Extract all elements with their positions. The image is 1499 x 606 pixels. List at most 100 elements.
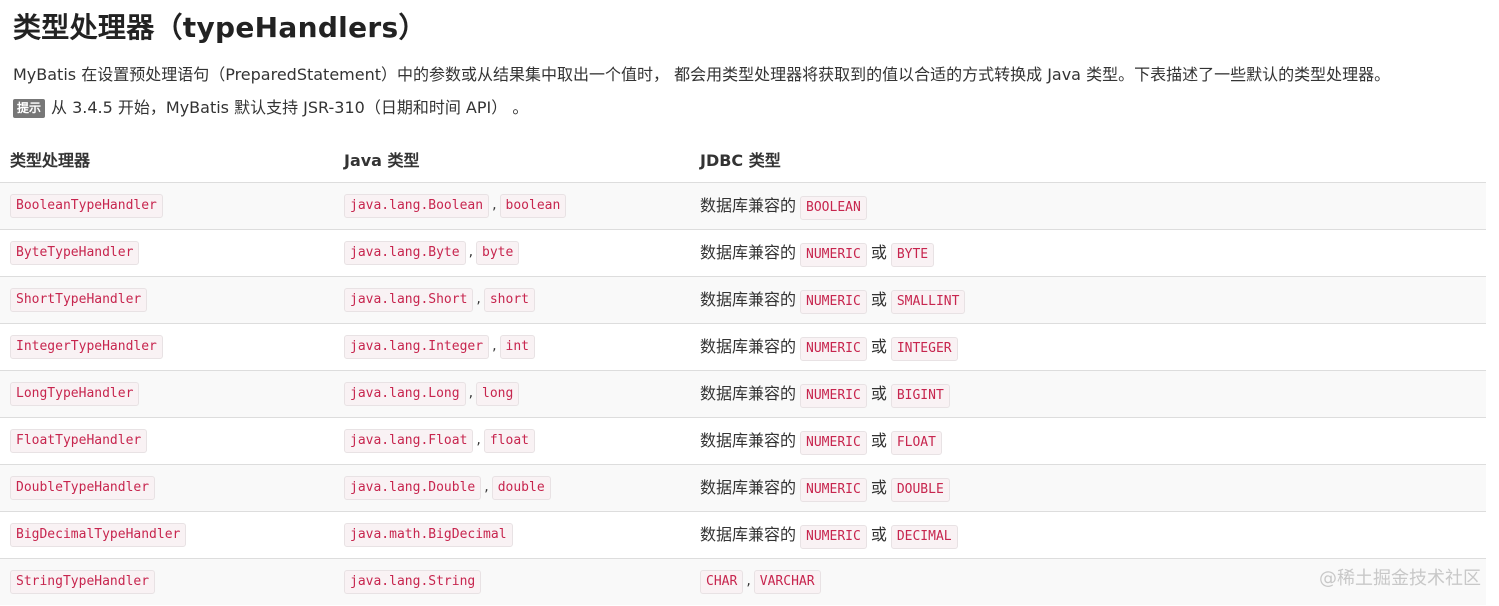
header-java-type: Java 类型 [334, 136, 690, 183]
table-header-row: 类型处理器 Java 类型 JDBC 类型 [0, 136, 1486, 183]
cell-type-handler: BigDecimalTypeHandler [0, 511, 334, 559]
cell-java-type: java.lang.Float, float [334, 417, 690, 465]
or-text: 或 [870, 525, 887, 544]
handler-code: IntegerTypeHandler [10, 335, 163, 359]
table-row: BooleanTypeHandler java.lang.Boolean, bool… [0, 182, 1486, 230]
jdbc-prefix-text: 数据库兼容的 [700, 525, 797, 544]
or-text: 或 [870, 384, 887, 403]
jdbc-prefix-text: 数据库兼容的 [700, 196, 797, 215]
tip-text: 从 3.4.5 开始，MyBatis 默认支持 JSR-310（日期和时间 AP… [51, 98, 529, 117]
cell-java-type: java.lang.Boolean, boolean [334, 182, 690, 230]
cell-jdbc-type: 数据库兼容的 NUMERIC 或 BIGINT [690, 370, 1486, 418]
cell-java-type: java.math.BigDecimal [334, 511, 690, 559]
java-type-code: short [483, 288, 535, 312]
cell-jdbc-type: 数据库兼容的 NUMERIC 或 SMALLINT [690, 276, 1486, 324]
java-type-code: java.lang.Integer [344, 335, 490, 359]
separator: , [468, 244, 474, 260]
table-row: ShortTypeHandler java.lang.Short, short 数据库… [0, 276, 1486, 324]
cell-type-handler: DoubleTypeHandler [0, 464, 334, 512]
jdbc-type-code: FLOAT [890, 431, 942, 455]
type-handlers-table: 类型处理器 Java 类型 JDBC 类型 BooleanTypeHandler… [0, 136, 1486, 605]
separator: , [492, 338, 497, 354]
jdbc-type-code: BOOLEAN [800, 196, 867, 220]
page-title: 类型处理器（typeHandlers） [13, 11, 427, 44]
handler-code: BooleanTypeHandler [10, 194, 163, 218]
table-row: IntegerTypeHandler java.lang.Integer, int 数… [0, 323, 1486, 371]
java-type-code: float [483, 429, 535, 453]
java-type-code: boolean [499, 194, 567, 218]
cell-java-type: java.lang.Integer, int [334, 323, 690, 371]
jdbc-prefix-text: 数据库兼容的 [700, 431, 797, 450]
jdbc-prefix-text: 数据库兼容的 [700, 290, 797, 309]
table-body: BooleanTypeHandler java.lang.Boolean, bool… [0, 182, 1486, 605]
cell-jdbc-type: 数据库兼容的 NUMERIC 或 INTEGER [690, 323, 1486, 371]
cell-java-type: java.lang.Short, short [334, 276, 690, 324]
java-type-code: java.lang.String [344, 570, 482, 594]
table-row: BigDecimalTypeHandler java.math.BigDecima… [0, 511, 1486, 559]
cell-jdbc-type: 数据库兼容的 NUMERIC 或 DOUBLE [690, 464, 1486, 512]
jdbc-type-code: NUMERIC [800, 478, 867, 502]
handler-code: LongTypeHandler [10, 382, 140, 406]
java-type-code: java.lang.Boolean [344, 194, 490, 218]
cell-java-type: java.lang.Byte, byte [334, 229, 690, 277]
handler-code: ByteTypeHandler [10, 241, 140, 265]
jdbc-prefix-text: 数据库兼容的 [700, 243, 797, 262]
table-row: FloatTypeHandler java.lang.Float, float 数据库… [0, 417, 1486, 465]
jdbc-type-code: NUMERIC [800, 337, 867, 361]
table-row: ByteTypeHandler java.lang.Byte, byte 数据库兼容的… [0, 229, 1486, 277]
document-page: 类型处理器（typeHandlers） MyBatis 在设置预处理语句（Pre… [13, 0, 1499, 119]
table-row: StringTypeHandler java.lang.String CHAR, VA… [0, 558, 1486, 605]
jdbc-type-code: SMALLINT [890, 290, 966, 314]
tip-note: 提示 从 3.4.5 开始，MyBatis 默认支持 JSR-310（日期和时间… [13, 97, 1499, 119]
table-row: LongTypeHandler java.lang.Long, long 数据库兼容的… [0, 370, 1486, 418]
java-type-code: int [499, 335, 535, 359]
java-type-code: java.math.BigDecimal [344, 523, 513, 547]
table-row: DoubleTypeHandler java.lang.Double, double… [0, 464, 1486, 512]
jdbc-type-code: INTEGER [890, 337, 958, 361]
separator: , [746, 573, 751, 589]
or-text: 或 [870, 478, 887, 497]
java-type-code: long [476, 382, 520, 406]
jdbc-type-code: BIGINT [890, 384, 950, 408]
jdbc-type-code: CHAR [700, 570, 744, 594]
jdbc-type-code: VARCHAR [753, 570, 821, 594]
jdbc-prefix-text: 数据库兼容的 [700, 337, 797, 356]
cell-type-handler: StringTypeHandler [0, 558, 334, 605]
handler-code: DoubleTypeHandler [10, 476, 156, 500]
watermark: @稀土掘金技术社区 [1319, 568, 1481, 589]
separator: , [476, 291, 481, 307]
or-text: 或 [870, 243, 887, 262]
java-type-code: java.lang.Long [344, 382, 466, 406]
cell-jdbc-type: 数据库兼容的 NUMERIC 或 BYTE [690, 229, 1486, 277]
cell-type-handler: ByteTypeHandler [0, 229, 334, 277]
cell-java-type: java.lang.String [334, 558, 690, 605]
cell-java-type: java.lang.Long, long [334, 370, 690, 418]
cell-type-handler: LongTypeHandler [0, 370, 334, 418]
separator: , [492, 197, 497, 213]
handler-code: ShortTypeHandler [10, 288, 148, 312]
cell-jdbc-type: 数据库兼容的 BOOLEAN [690, 182, 1486, 230]
cell-type-handler: ShortTypeHandler [0, 276, 334, 324]
jdbc-type-code: NUMERIC [800, 290, 867, 314]
or-text: 或 [870, 337, 887, 356]
cell-jdbc-type: 数据库兼容的 NUMERIC 或 DECIMAL [690, 511, 1486, 559]
jdbc-prefix-text: 数据库兼容的 [700, 478, 797, 497]
header-type-handler: 类型处理器 [0, 136, 334, 183]
cell-type-handler: BooleanTypeHandler [0, 182, 334, 230]
cell-jdbc-type: 数据库兼容的 NUMERIC 或 FLOAT [690, 417, 1486, 465]
jdbc-prefix-text: 数据库兼容的 [700, 384, 797, 403]
or-text: 或 [870, 290, 887, 309]
java-type-code: java.lang.Double [344, 476, 482, 500]
separator: , [468, 385, 474, 401]
or-text: 或 [870, 431, 887, 450]
jdbc-type-code: BYTE [890, 243, 935, 267]
jdbc-type-code: DECIMAL [890, 525, 958, 549]
jdbc-type-code: DOUBLE [890, 478, 950, 502]
cell-java-type: java.lang.Double, double [334, 464, 690, 512]
header-jdbc-type: JDBC 类型 [690, 136, 1486, 183]
java-type-code: double [491, 476, 551, 500]
jdbc-type-code: NUMERIC [800, 431, 867, 455]
tip-badge: 提示 [13, 98, 46, 118]
handler-code: BigDecimalTypeHandler [10, 523, 187, 547]
jdbc-type-code: NUMERIC [800, 525, 867, 549]
